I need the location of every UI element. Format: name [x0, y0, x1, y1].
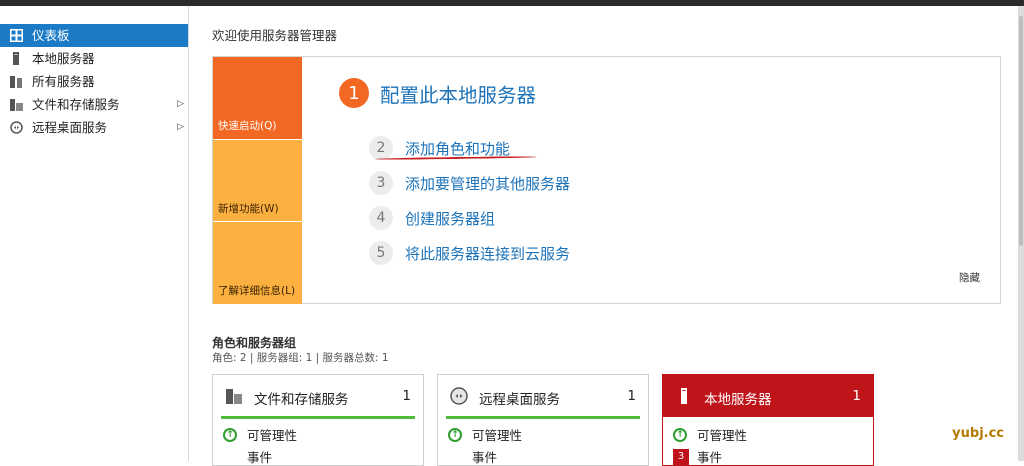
card-title: 远程桌面服务	[479, 392, 560, 408]
step-create-server-group[interactable]: 4 创建服务器组	[369, 206, 495, 230]
status-bar	[446, 416, 640, 419]
step-number: 3	[369, 171, 393, 195]
step-number: 4	[369, 206, 393, 230]
dashboard-icon	[10, 29, 23, 42]
remote-desktop-icon	[450, 387, 468, 405]
ok-status-icon: ↑	[223, 427, 237, 442]
vertical-scrollbar[interactable]	[1018, 6, 1024, 461]
storage-icon	[10, 99, 23, 111]
sidebar-item-label: 所有服务器	[32, 74, 95, 89]
tile-label: 了解详细信息(L)	[218, 285, 296, 297]
tile-learn-more[interactable]: 了解详细信息(L)	[213, 221, 302, 304]
scrollbar-thumb[interactable]	[1019, 16, 1023, 246]
server-icon	[681, 388, 687, 404]
step-link[interactable]: 添加角色和功能	[405, 138, 510, 159]
role-card-file-storage[interactable]: 文件和存储服务 1 ↑ 可管理性 事件	[212, 374, 424, 466]
card-count: 1	[402, 388, 411, 404]
card-title: 文件和存储服务	[254, 392, 349, 408]
navigation-sidebar: 仪表板 本地服务器 所有服务器 文件和存储服务 ▷ 远程桌面服务 ▷	[0, 6, 189, 461]
servers-icon	[10, 76, 22, 88]
sidebar-item-remote-desktop[interactable]: 远程桌面服务 ▷	[0, 116, 188, 139]
sidebar-item-label: 远程桌面服务	[32, 120, 108, 135]
step-link[interactable]: 配置此本地服务器	[380, 79, 536, 108]
row-label: 事件	[472, 450, 498, 465]
card-row-events[interactable]: 3 事件	[673, 447, 722, 466]
row-label: 事件	[247, 450, 273, 465]
step-link[interactable]: 将此服务器连接到云服务	[405, 243, 570, 264]
roles-summary: 角色: 2 | 服务器组: 1 | 服务器总数: 1	[212, 352, 389, 364]
tile-label: 新增功能(W)	[218, 203, 279, 215]
step-link[interactable]: 创建服务器组	[405, 208, 495, 229]
role-card-remote-desktop[interactable]: 远程桌面服务 1 ↑ 可管理性 事件	[437, 374, 649, 466]
row-label: 可管理性	[472, 428, 523, 443]
status-bar	[221, 416, 415, 419]
row-label: 可管理性	[697, 428, 748, 443]
card-row-events[interactable]: 事件	[448, 447, 497, 466]
card-row-manageability[interactable]: ↑ 可管理性	[223, 425, 297, 444]
watermark-text: yubj.cc	[952, 426, 1004, 441]
sidebar-item-local-server[interactable]: 本地服务器	[0, 47, 188, 70]
sidebar-item-file-storage[interactable]: 文件和存储服务 ▷	[0, 93, 188, 116]
step-number: 1	[339, 78, 369, 108]
tile-quick-start[interactable]: 快速启动(Q)	[213, 57, 302, 139]
step-number: 5	[369, 241, 393, 265]
welcome-title: 欢迎使用服务器管理器	[212, 28, 338, 43]
storage-icon	[226, 389, 242, 404]
tile-label: 快速启动(Q)	[218, 120, 277, 132]
step-add-servers[interactable]: 3 添加要管理的其他服务器	[369, 171, 570, 195]
sidebar-item-dashboard[interactable]: 仪表板	[0, 24, 188, 47]
server-icon	[13, 52, 19, 65]
roles-title: 角色和服务器组	[212, 336, 297, 350]
step-link[interactable]: 添加要管理的其他服务器	[405, 173, 570, 194]
step-configure-local-server[interactable]: 1 配置此本地服务器	[339, 77, 536, 109]
ok-status-icon: ↑	[673, 427, 687, 442]
role-card-local-server[interactable]: 本地服务器 1 ↑ 可管理性 3 事件	[662, 374, 874, 466]
sidebar-item-label: 本地服务器	[32, 51, 95, 66]
step-number: 2	[369, 136, 393, 160]
card-title: 本地服务器	[704, 392, 772, 408]
tile-whats-new[interactable]: 新增功能(W)	[213, 139, 302, 222]
event-count-badge: 3	[673, 448, 689, 465]
welcome-panel: 快速启动(Q) 新增功能(W) 了解详细信息(L) 1 配置此本地服务器 2 添…	[212, 56, 1001, 304]
expand-arrow-icon[interactable]: ▷	[177, 93, 184, 116]
hide-welcome-link[interactable]: 隐藏	[959, 270, 980, 285]
sidebar-item-label: 文件和存储服务	[32, 97, 120, 112]
ok-status-icon: ↑	[448, 427, 462, 442]
card-count: 1	[852, 388, 861, 404]
step-connect-cloud[interactable]: 5 将此服务器连接到云服务	[369, 241, 570, 265]
row-label: 事件	[697, 450, 723, 465]
row-label: 可管理性	[247, 428, 298, 443]
card-count: 1	[627, 388, 636, 404]
remote-desktop-icon	[10, 121, 23, 134]
sidebar-item-label: 仪表板	[32, 28, 70, 43]
card-row-events[interactable]: 事件	[223, 447, 272, 466]
card-row-manageability[interactable]: ↑ 可管理性	[448, 425, 522, 444]
sidebar-item-all-servers[interactable]: 所有服务器	[0, 70, 188, 93]
expand-arrow-icon[interactable]: ▷	[177, 116, 184, 139]
card-row-manageability[interactable]: ↑ 可管理性	[673, 425, 747, 444]
